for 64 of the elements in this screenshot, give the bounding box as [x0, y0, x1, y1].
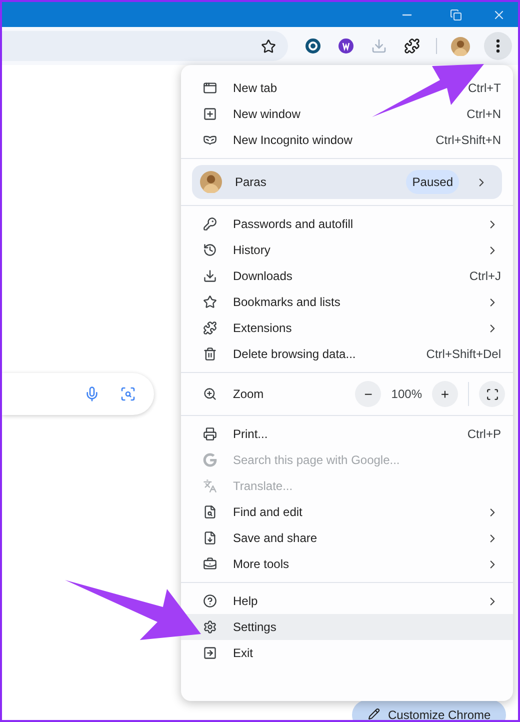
- exit-icon: [203, 646, 217, 660]
- shortcut-text: Ctrl+J: [469, 268, 501, 285]
- pencil-icon: [368, 708, 380, 720]
- restore-icon[interactable]: [450, 8, 462, 20]
- star-icon: [203, 295, 217, 309]
- key-icon: [203, 217, 217, 231]
- menu-item[interactable]: Save and share: [181, 525, 513, 551]
- extension-icon[interactable]: [338, 38, 354, 54]
- shortcut-text: Ctrl+P: [467, 426, 501, 443]
- puzzle-icon: [203, 321, 217, 335]
- menu-item[interactable]: More tools: [181, 551, 513, 577]
- zoom-label: Zoom: [233, 386, 265, 403]
- shortcut-text: Ctrl+Shift+Del: [426, 346, 501, 363]
- extension-icon[interactable]: [305, 38, 321, 54]
- menu-item[interactable]: New Incognito window Ctrl+Shift+N: [181, 127, 513, 153]
- zoom-in-button[interactable]: +: [432, 381, 458, 407]
- printer-icon: [203, 427, 217, 441]
- menu-item[interactable]: Extensions: [181, 315, 513, 341]
- zoom-icon: [203, 387, 217, 401]
- microphone-icon[interactable]: [84, 386, 100, 402]
- avatar-icon: [200, 171, 222, 193]
- settings-icon: [203, 620, 217, 634]
- find-file-icon: [203, 505, 217, 519]
- menu-item[interactable]: New tab Ctrl+T: [181, 75, 513, 101]
- menu-item[interactable]: Find and edit: [181, 499, 513, 525]
- help-icon: [203, 594, 217, 608]
- zoom-out-button[interactable]: −: [355, 381, 382, 407]
- profile-name: Paras: [235, 174, 268, 191]
- menu-item[interactable]: Print... Ctrl+P: [181, 421, 513, 447]
- menu-item[interactable]: History: [181, 237, 513, 263]
- puzzle-icon[interactable]: [404, 38, 420, 54]
- tab-icon: [203, 81, 217, 95]
- menu-item[interactable]: Bookmarks and lists: [181, 289, 513, 315]
- profile-row[interactable]: Paras Paused: [192, 165, 502, 199]
- zoom-value: 100%: [391, 386, 422, 403]
- menu-item[interactable]: Delete browsing data... Ctrl+Shift+Del: [181, 341, 513, 367]
- more-icon: [496, 39, 500, 53]
- menu-item[interactable]: Settings: [181, 614, 513, 640]
- translate-icon: [203, 479, 217, 493]
- menu-item[interactable]: Exit: [181, 640, 513, 666]
- toolbox-icon: [203, 557, 217, 571]
- trash-icon: [203, 347, 217, 361]
- fullscreen-button[interactable]: [479, 381, 505, 407]
- shortcut-text: Ctrl+N: [466, 106, 501, 123]
- shortcut-text: Ctrl+T: [468, 80, 501, 97]
- customize-chrome-button[interactable]: Customize Chrome: [352, 700, 506, 720]
- save-file-icon: [203, 531, 217, 545]
- download-icon: [203, 269, 217, 283]
- status-badge: Paused: [406, 170, 459, 194]
- menu-item[interactable]: Help: [181, 588, 513, 614]
- google-icon: [203, 453, 217, 467]
- incognito-icon: [203, 133, 217, 147]
- download-icon[interactable]: [371, 38, 387, 54]
- bookmark-star-icon[interactable]: [261, 38, 276, 54]
- shortcut-text: Ctrl+Shift+N: [436, 132, 501, 149]
- camera-search-icon[interactable]: [120, 386, 136, 402]
- history-icon: [203, 243, 217, 257]
- profile-avatar-icon: [451, 36, 470, 56]
- menu-button[interactable]: [484, 32, 512, 60]
- fullscreen-icon: [486, 388, 498, 400]
- menu-item[interactable]: New window Ctrl+N: [181, 101, 513, 127]
- new-window-icon: [203, 107, 217, 121]
- menu-item[interactable]: Downloads Ctrl+J: [181, 263, 513, 289]
- menu-item[interactable]: Passwords and autofill: [181, 211, 513, 237]
